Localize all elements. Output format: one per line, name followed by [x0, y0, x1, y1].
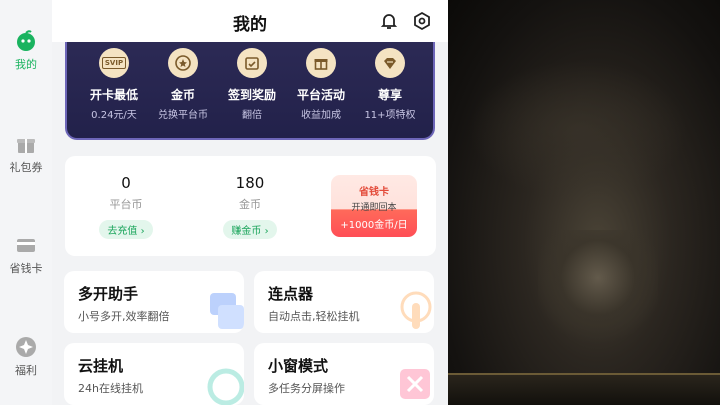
tool-subtitle: 24h在线挂机	[78, 382, 143, 395]
sidebar-item-label: 省钱卡	[9, 262, 43, 275]
settings-icon[interactable]	[412, 11, 432, 31]
vip-item[interactable]: SVIP 开卡最低 0.24元/天	[77, 48, 151, 121]
coin-icon	[168, 48, 198, 78]
tool-title: 多开助手	[78, 285, 139, 303]
tool-title: 连点器	[268, 285, 314, 303]
vip-item-subtitle: 翻倍	[242, 110, 262, 121]
svip-icon: SVIP	[99, 48, 129, 78]
calendar-icon	[237, 48, 267, 78]
star-icon	[15, 336, 37, 358]
earn-coins-button[interactable]: 赚金币 ›	[223, 220, 277, 239]
tool-multi-open[interactable]: 多开助手 小号多开,效率翻倍	[64, 271, 244, 333]
gold-coins-value: 180	[235, 174, 265, 192]
platform-coins: 0 平台币 去充值 ›	[71, 174, 181, 239]
sidebar-item-label: 福利	[15, 364, 37, 377]
avatar-icon	[15, 30, 37, 52]
header: 我的	[52, 0, 448, 42]
vip-item-title: 签到奖励	[227, 88, 276, 102]
sidebar: 我的 礼包券 省钱卡 福利	[0, 0, 52, 405]
diamond-icon	[375, 48, 405, 78]
vip-item[interactable]: 签到奖励 翻倍	[215, 48, 289, 121]
game-background	[448, 0, 720, 405]
vip-item[interactable]: 平台活动 收益加成	[284, 48, 358, 121]
gift-icon	[306, 48, 336, 78]
vip-item-subtitle: 0.24元/天	[91, 110, 137, 121]
tool-cloud-idle[interactable]: 云挂机 24h在线挂机	[64, 343, 244, 405]
bell-icon[interactable]	[379, 11, 399, 31]
game-bottom-bar	[448, 373, 720, 405]
gold-coins-label: 金币	[239, 198, 261, 211]
card-subtitle: 开通即回本	[351, 203, 397, 213]
vip-item-title: 开卡最低	[89, 88, 138, 102]
gift-icon	[15, 133, 37, 155]
vip-item-subtitle: 收益加成	[301, 110, 341, 121]
wallet-panel: 0 平台币 去充值 › 180 金币 赚金币 › 省钱卡 开通即回本 +1000…	[65, 156, 436, 256]
sidebar-item-label: 我的	[15, 58, 37, 71]
gold-coins: 180 金币 赚金币 ›	[195, 174, 305, 239]
main-panel: 我的 SVIP 开卡最低 0.24元/天 金币 兑换平台币 签到奖励 翻倍 平台…	[52, 0, 448, 405]
sidebar-item-welfare[interactable]: 福利	[0, 336, 52, 378]
multi-window-icon	[204, 289, 244, 333]
tool-title: 云挂机	[78, 357, 124, 375]
split-screen-icon	[394, 361, 434, 405]
cloud-icon	[204, 361, 244, 405]
platform-coins-value: 0	[121, 174, 131, 192]
recharge-button[interactable]: 去充值 ›	[99, 220, 153, 239]
sidebar-item-mine[interactable]: 我的	[0, 30, 52, 72]
tool-subtitle: 多任务分屏操作	[268, 382, 345, 395]
vip-item-subtitle: 兑换平台币	[158, 110, 208, 121]
vip-item-title: 尊享	[377, 88, 402, 102]
card-bonus: +1000金币/日	[340, 220, 408, 231]
ruins-shape	[468, 60, 688, 200]
savings-card-promo[interactable]: 省钱卡 开通即回本 +1000金币/日	[331, 175, 417, 237]
tool-subtitle: 自动点击,轻松挂机	[268, 310, 360, 323]
vip-item[interactable]: 金币 兑换平台币	[146, 48, 220, 121]
platform-coins-label: 平台币	[109, 198, 143, 211]
tool-title: 小窗模式	[268, 357, 329, 375]
tool-subtitle: 小号多开,效率翻倍	[78, 310, 170, 323]
sidebar-item-card[interactable]: 省钱卡	[0, 234, 52, 276]
vip-item-title: 金币	[170, 88, 195, 102]
light-glow	[538, 230, 658, 350]
tool-auto-clicker[interactable]: 连点器 自动点击,轻松挂机	[254, 271, 434, 333]
sidebar-item-label: 礼包券	[9, 161, 43, 174]
vip-item[interactable]: 尊享 11+项特权	[353, 48, 427, 121]
card-title: 省钱卡	[359, 187, 389, 198]
vip-item-title: 平台活动	[296, 88, 345, 102]
sidebar-item-gift[interactable]: 礼包券	[0, 133, 52, 175]
tool-mini-window[interactable]: 小窗模式 多任务分屏操作	[254, 343, 434, 405]
tap-icon	[394, 289, 434, 333]
card-icon	[15, 234, 37, 256]
vip-item-subtitle: 11+项特权	[364, 110, 416, 121]
vip-benefits-panel[interactable]: SVIP 开卡最低 0.24元/天 金币 兑换平台币 签到奖励 翻倍 平台活动 …	[65, 42, 435, 140]
